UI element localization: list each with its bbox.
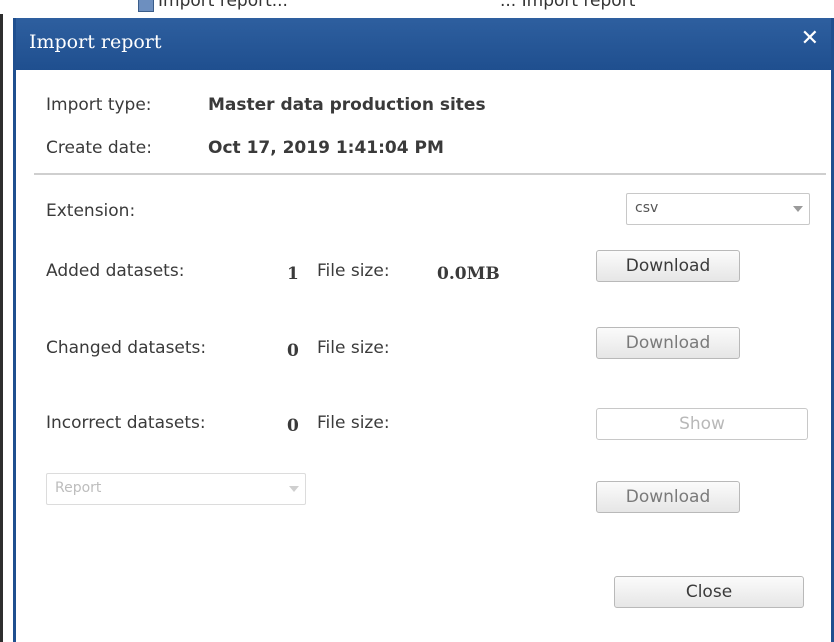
incorrect-datasets-label: Incorrect datasets: [46, 413, 206, 433]
extension-label: Extension: [46, 201, 136, 221]
dialog-title: Import report [29, 31, 162, 53]
extension-selected-value: csv [635, 200, 659, 216]
import-type-value: Master data production sites [208, 95, 486, 115]
incorrect-show-button[interactable]: Show [596, 408, 808, 440]
close-button[interactable]: Close [614, 576, 804, 608]
background-text: ... Import report [500, 0, 636, 11]
extension-select[interactable]: csv [626, 193, 810, 225]
incorrect-datasets-count: 0 [287, 416, 299, 436]
create-date-label: Create date: [46, 138, 152, 158]
added-file-size-label: File size: [317, 261, 390, 281]
report-placeholder: Report [55, 480, 102, 496]
added-datasets-count: 1 [287, 264, 299, 284]
incorrect-file-size-label: File size: [317, 413, 390, 433]
close-icon[interactable]: ✕ [801, 28, 819, 50]
dialog-titlebar[interactable]: Import report ✕ [16, 18, 831, 70]
import-type-label: Import type: [46, 95, 152, 115]
report-icon [138, 0, 154, 12]
chevron-down-icon[interactable] [787, 194, 809, 224]
background-app-strip: Import report... ... Import report [0, 0, 834, 14]
create-date-value: Oct 17, 2019 1:41:04 PM [208, 138, 444, 158]
added-download-button[interactable]: Download [596, 250, 740, 282]
changed-file-size-label: File size: [317, 338, 390, 358]
background-edge [0, 0, 3, 642]
divider [34, 173, 826, 175]
background-menu-item[interactable]: Import report... [158, 0, 288, 11]
changed-datasets-count: 0 [287, 341, 299, 361]
chevron-down-icon[interactable] [283, 474, 305, 504]
changed-download-button[interactable]: Download [596, 327, 740, 359]
added-datasets-label: Added datasets: [46, 261, 185, 281]
report-download-button[interactable]: Download [596, 481, 740, 513]
report-select[interactable]: Report [46, 473, 306, 505]
added-file-size-value: 0.0MB [437, 264, 500, 284]
changed-datasets-label: Changed datasets: [46, 338, 207, 358]
import-report-dialog: Import report ✕ Import type: Master data… [13, 18, 834, 642]
